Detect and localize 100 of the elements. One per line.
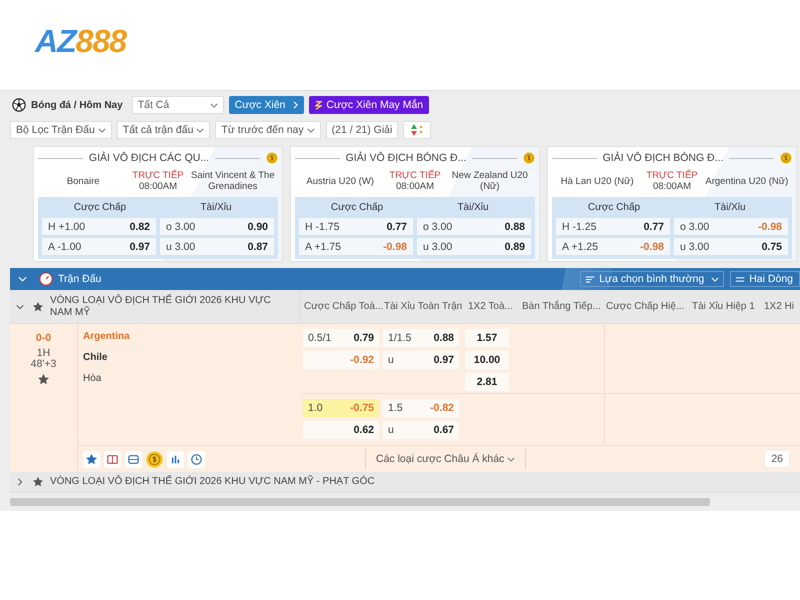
away-team: Argentina U20 (Nữ): [704, 176, 790, 186]
team-name: Hòa: [83, 373, 102, 384]
sort-arrows-icon: [410, 124, 424, 136]
odds-button[interactable]: 10.00: [465, 351, 509, 369]
chevron-down-icon: [196, 128, 204, 132]
match-card[interactable]: GIẢI VÔ ĐỊCH BÓNG Đ... Austria U20 (W) TRỰC TIẾP 08:00AM New Zealand U20 (Nữ) Cược Chấp Tài/Xỉu H -1.75 0.77 o 3.00 0.88 A +1.75 -0.98 u 3.00 0.89: [290, 146, 540, 262]
column-header: 1X2 Hi: [763, 301, 796, 312]
kickoff-time: 08:00AM: [396, 181, 434, 192]
view-select[interactable]: Lựa chọn bình thường: [580, 271, 724, 287]
parlay-button[interactable]: Cược Xiên: [228, 96, 304, 114]
section-title: Trận Đấu: [58, 273, 102, 285]
match-score: 0-0: [36, 332, 52, 344]
column-header: Tài Xỉu Hiệp 1: [691, 301, 756, 312]
odds-button[interactable]: 1.0 -0.75: [303, 399, 379, 418]
odds-button[interactable]: o 3.00 0.90: [160, 218, 274, 235]
chevron-right-icon[interactable]: [16, 478, 24, 486]
chevron-down-icon: [711, 276, 720, 282]
odds-button[interactable]: 2.81: [465, 373, 509, 391]
filter-lines-icon: [585, 274, 596, 284]
filter-dropdown[interactable]: Bộ Lọc Trận Đấu: [10, 121, 112, 139]
row-mode-select[interactable]: Hai Dòng: [730, 271, 800, 287]
league-count-button[interactable]: (21 / 21) Giải: [326, 121, 398, 139]
live-status: TRỰC TIẾP: [389, 170, 441, 181]
bar-chart-icon[interactable]: [167, 450, 184, 468]
column-header: Cược Chấp Toà...: [303, 301, 380, 312]
odds-button[interactable]: o 3.00 -0.98: [674, 218, 788, 235]
coin-icon: [780, 152, 792, 164]
star-icon[interactable]: [32, 300, 44, 312]
logo: AZ888: [35, 22, 126, 60]
odds-button[interactable]: o 3.00 0.88: [417, 218, 531, 235]
league-title: VÒNG LOẠI VÔ ĐỊCH THẾ GIỚI 2026 KHU VỰC NAM MỸ: [50, 294, 272, 318]
scoreboard-icon[interactable]: [104, 450, 121, 468]
stopwatch-icon: [39, 272, 53, 286]
sort-button[interactable]: [403, 121, 432, 139]
column-header: 1X2 Toà...: [467, 301, 514, 312]
market-label: Cược Chấp: [586, 202, 642, 212]
odds-button[interactable]: 1/1.5 0.88: [383, 329, 459, 347]
scrollbar[interactable]: [10, 498, 710, 506]
kickoff-time: 08:00AM: [138, 181, 178, 192]
soccer-ball-icon: [12, 98, 26, 112]
market-label: Tài/Xỉu: [456, 202, 490, 212]
league-title: VÒNG LOẠI VÔ ĐỊCH THẾ GIỚI 2026 KHU VỰC NAM MỸ - PHẠT GÓC: [50, 476, 375, 488]
odds-button[interactable]: H -1.75 0.77: [299, 218, 413, 235]
list-icon[interactable]: [125, 450, 142, 468]
match-card[interactable]: GIẢI VÔ ĐỊCH CÁC QU... Bonaire TRỰC TIẾP 08:00AM Saint Vincent & The Grenadines Cược Chấp Tài/Xỉu H +1.00 0.82 o 3.00 0.90 A -1.00 0.97 u 3.00 0.87: [33, 146, 283, 262]
filter-dropdown[interactable]: Tất cả trận đấu: [116, 121, 210, 139]
odds-button[interactable]: H -1.25 0.77: [556, 218, 670, 235]
odds-button[interactable]: u 3.00 0.75: [674, 238, 788, 255]
chevron-down-icon: [210, 102, 218, 108]
odds-button[interactable]: 0.5/1 0.79: [303, 329, 379, 347]
market-label: Cược Chấp: [330, 202, 384, 212]
column-header: Cược Chấp Hiệ...: [605, 301, 686, 312]
coin-icon: [266, 152, 278, 164]
odds-button[interactable]: 0.62: [303, 421, 379, 440]
coin-icon: [523, 152, 536, 164]
kickoff-time: 08:00AM: [652, 181, 692, 192]
league-name: GIẢI VÔ ĐỊCH CÁC QU...: [88, 152, 210, 164]
odds-button[interactable]: 1.57: [465, 329, 509, 347]
away-team: Saint Vincent & The Grenadines: [190, 170, 276, 192]
live-status: TRỰC TIẾP: [132, 170, 184, 181]
home-team: Bonaire: [66, 176, 101, 186]
odds-button[interactable]: H +1.00 0.82: [42, 218, 156, 235]
clock-icon[interactable]: [188, 450, 205, 468]
column-header: Bàn Thắng Tiếp...: [521, 301, 602, 312]
chevron-down-icon: [507, 456, 516, 462]
bet-count[interactable]: 26: [764, 450, 790, 468]
chevron-down-icon: [98, 128, 106, 132]
market-label: Tài/Xỉu: [199, 202, 233, 212]
chevron-down-icon: [306, 128, 315, 132]
league-name: GIẢI VÔ ĐỊCH BÓNG Đ...: [346, 152, 466, 164]
list-icon: [735, 274, 746, 284]
odds-button[interactable]: A +1.25 -0.98: [556, 238, 670, 255]
lucky-parlay-button[interactable]: Cược Xiên May Mắn: [309, 96, 430, 114]
chevron-down-icon[interactable]: [16, 302, 24, 310]
zigzag-icon: [315, 100, 322, 110]
coin-icon[interactable]: [146, 450, 163, 468]
more-bets-tab[interactable]: Các loại cược Châu Á khác: [365, 449, 526, 469]
odds-button[interactable]: A -1.00 0.97: [42, 238, 156, 255]
star-icon[interactable]: [32, 476, 44, 488]
odds-button[interactable]: A +1.75 -0.98: [299, 238, 413, 255]
team-name: Chile: [83, 352, 108, 363]
chevron-right-icon: [293, 101, 298, 109]
live-status: TRỰC TIẾP: [646, 170, 698, 181]
filter-dropdown[interactable]: Từ trước đến nay: [215, 121, 321, 139]
match-period: 1H: [36, 348, 50, 359]
away-team: New Zealand U20 (Nữ): [450, 170, 529, 192]
league-name: GIẢI VÔ ĐỊCH BÓNG Đ...: [602, 152, 724, 164]
home-team: Hà Lan U20 (Nữ): [560, 176, 635, 186]
home-team: Austria U20 (W): [305, 176, 375, 186]
odds-button[interactable]: u 3.00 0.87: [160, 238, 274, 255]
team-name: Argentina: [83, 331, 131, 342]
odds-button[interactable]: u 0.97: [383, 351, 459, 369]
market-label: Tài/Xỉu: [713, 202, 747, 212]
odds-button[interactable]: u 0.67: [383, 421, 459, 440]
breadcrumb: Bóng đá / Hôm Nay: [31, 100, 123, 110]
odds-button[interactable]: u 3.00 0.89: [417, 238, 531, 255]
star-icon[interactable]: [37, 373, 50, 386]
market-label: Cược Chấp: [72, 202, 128, 212]
odds-button[interactable]: 1.5 -0.82: [383, 399, 459, 418]
sport-filter-select[interactable]: Tất Cả: [132, 96, 224, 114]
